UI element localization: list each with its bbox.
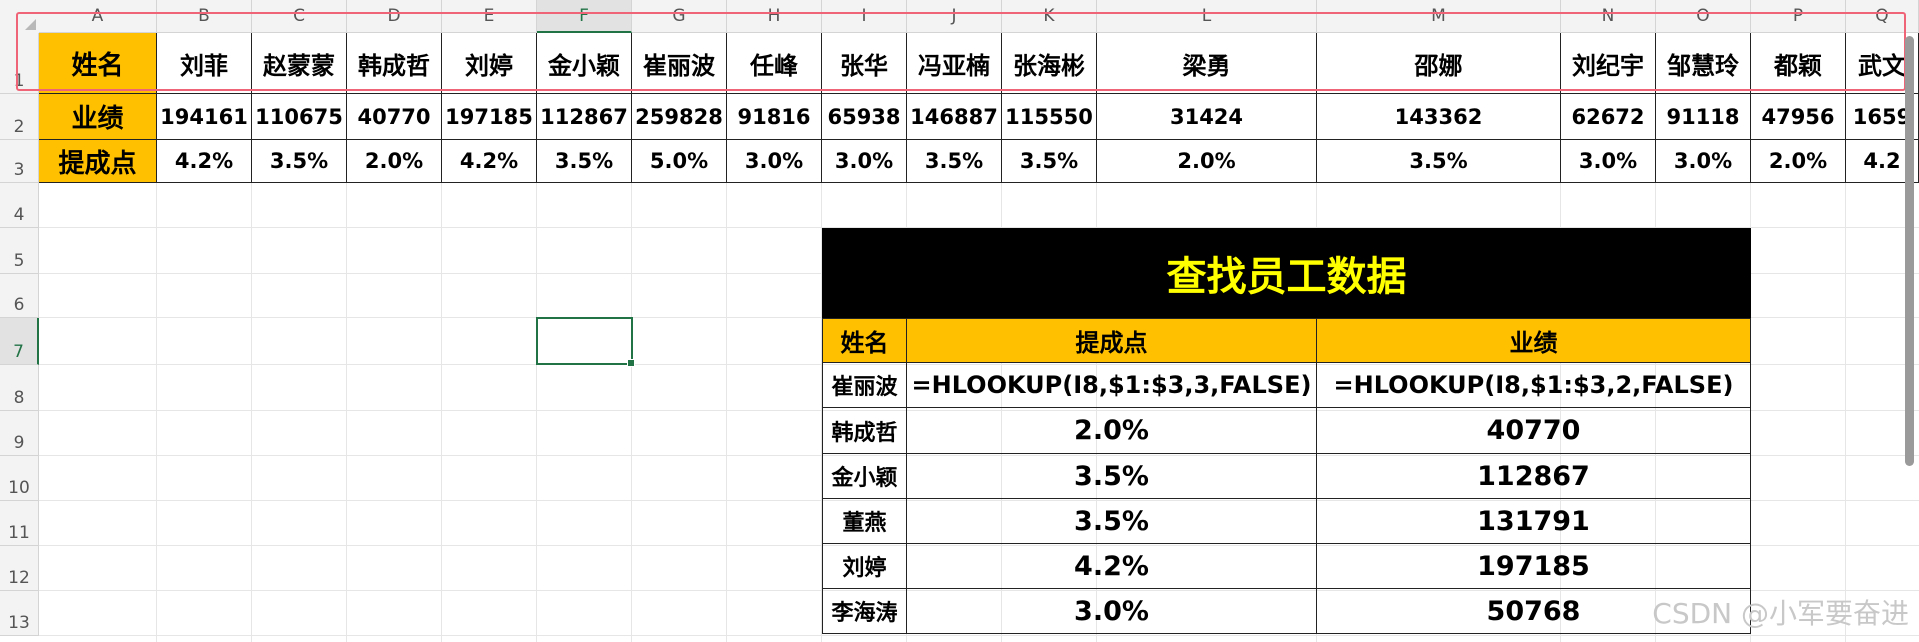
lookup-header-performance[interactable]: 业绩 xyxy=(1317,318,1751,363)
employee-perf-cell[interactable]: 259828 xyxy=(632,94,727,140)
lookup-performance-cell[interactable]: 131791 xyxy=(1317,499,1751,544)
lookup-name-cell[interactable]: 崔丽波 xyxy=(822,363,907,408)
vertical-scrollbar[interactable] xyxy=(1903,26,1917,466)
lookup-title: 查找员工数据 xyxy=(822,228,1751,318)
employee-rate-cell[interactable]: 2.0% xyxy=(1097,140,1317,183)
employee-perf-cell[interactable]: 65938 xyxy=(822,94,907,140)
employee-perf-cell[interactable]: 112867 xyxy=(537,94,632,140)
employee-rate-cell[interactable]: 3.5% xyxy=(907,140,1002,183)
employee-rate-cell[interactable]: 3.0% xyxy=(822,140,907,183)
cell-A2[interactable]: 业绩 xyxy=(39,94,157,140)
lookup-name-cell[interactable]: 董燕 xyxy=(822,499,907,544)
employee-rate-cell[interactable]: 3.5% xyxy=(1002,140,1097,183)
row-header-7[interactable]: 7 xyxy=(0,318,39,365)
header-commission-label: 提成点 xyxy=(58,148,137,179)
employee-perf-cell[interactable]: 115550 xyxy=(1002,94,1097,140)
lookup-performance-cell[interactable]: 40770 xyxy=(1317,408,1751,454)
gridline-vertical xyxy=(346,183,347,642)
row-header-13[interactable]: 13 xyxy=(0,591,39,636)
employee-perf-cell[interactable]: 91118 xyxy=(1656,94,1751,140)
employee-rate-cell[interactable]: 3.5% xyxy=(537,140,632,183)
gridline-vertical xyxy=(156,183,157,642)
employee-perf-cell[interactable]: 62672 xyxy=(1561,94,1656,140)
lookup-performance-cell[interactable]: 197185 xyxy=(1317,544,1751,589)
lookup-performance-cell[interactable]: =HLOOKUP(I8,$1:$3,2,FALSE) xyxy=(1317,363,1751,408)
lookup-header-commission[interactable]: 提成点 xyxy=(907,318,1317,363)
row-header-6[interactable]: 6 xyxy=(0,274,39,318)
header-performance-label: 业绩 xyxy=(71,104,124,134)
employee-rate-cell[interactable]: 3.0% xyxy=(1656,140,1751,183)
lookup-commission-cell[interactable]: =HLOOKUP(I8,$1:$3,3,FALSE) xyxy=(907,363,1317,408)
employee-rate-cell[interactable]: 3.0% xyxy=(727,140,822,183)
row-header-4[interactable]: 4 xyxy=(0,183,39,228)
row-header-3[interactable]: 3 xyxy=(0,140,39,183)
gridline-vertical xyxy=(441,183,442,642)
gridline-vertical xyxy=(1845,183,1846,642)
employee-perf-cell[interactable]: 146887 xyxy=(907,94,1002,140)
employee-perf-cell[interactable]: 143362 xyxy=(1317,94,1561,140)
lookup-header-name[interactable]: 姓名 xyxy=(822,318,907,363)
employee-perf-cell[interactable]: 194161 xyxy=(157,94,252,140)
employee-rate-cell[interactable]: 4.2% xyxy=(442,140,537,183)
gridline-horizontal xyxy=(39,635,1919,636)
employee-rate-cell[interactable]: 2.0% xyxy=(1751,140,1846,183)
lookup-commission-cell[interactable]: 2.0% xyxy=(907,408,1317,454)
employee-rate-cell[interactable]: 3.5% xyxy=(252,140,347,183)
employee-rate-cell[interactable]: 5.0% xyxy=(632,140,727,183)
selected-cell-F7[interactable] xyxy=(536,317,635,367)
row-header-2[interactable]: 2 xyxy=(0,94,39,140)
employee-rate-cell[interactable]: 4.2% xyxy=(157,140,252,183)
watermark-text: CSDN @小军要奋进 xyxy=(1652,597,1909,630)
scrollbar-thumb[interactable] xyxy=(1905,36,1914,466)
row-header-10[interactable]: 10 xyxy=(0,456,39,501)
row-header-12[interactable]: 12 xyxy=(0,546,39,591)
lookup-name-cell[interactable]: 韩成哲 xyxy=(822,408,907,454)
employee-perf-cell[interactable]: 31424 xyxy=(1097,94,1317,140)
lookup-commission-cell[interactable]: 4.2% xyxy=(907,544,1317,589)
row-header-11[interactable]: 11 xyxy=(0,501,39,546)
row-header-8[interactable]: 8 xyxy=(0,365,39,411)
lookup-commission-cell[interactable]: 3.5% xyxy=(907,499,1317,544)
row-header-5[interactable]: 5 xyxy=(0,228,39,274)
employee-rate-cell[interactable]: 3.5% xyxy=(1317,140,1561,183)
employee-perf-cell[interactable]: 197185 xyxy=(442,94,537,140)
row-header-9[interactable]: 9 xyxy=(0,411,39,456)
lookup-performance-cell[interactable]: 112867 xyxy=(1317,454,1751,499)
cell-A3[interactable]: 提成点 xyxy=(39,140,157,183)
lookup-commission-cell[interactable]: 3.5% xyxy=(907,454,1317,499)
lookup-name-cell[interactable]: 刘婷 xyxy=(822,544,907,589)
lookup-name-cell[interactable]: 李海涛 xyxy=(822,589,907,634)
employee-perf-cell[interactable]: 40770 xyxy=(347,94,442,140)
lookup-name-cell[interactable]: 金小颖 xyxy=(822,454,907,499)
gridline-vertical xyxy=(631,183,632,642)
employee-rate-cell[interactable]: 2.0% xyxy=(347,140,442,183)
lookup-commission-cell[interactable]: 3.0% xyxy=(907,589,1317,634)
employee-rate-cell[interactable]: 3.0% xyxy=(1561,140,1656,183)
gridline-vertical xyxy=(251,183,252,642)
employee-perf-cell[interactable]: 47956 xyxy=(1751,94,1846,140)
employee-perf-cell[interactable]: 91816 xyxy=(727,94,822,140)
employee-perf-cell[interactable]: 110675 xyxy=(252,94,347,140)
gridline-vertical xyxy=(726,183,727,642)
highlight-rectangle xyxy=(16,12,1906,91)
gridline-vertical xyxy=(536,183,537,642)
